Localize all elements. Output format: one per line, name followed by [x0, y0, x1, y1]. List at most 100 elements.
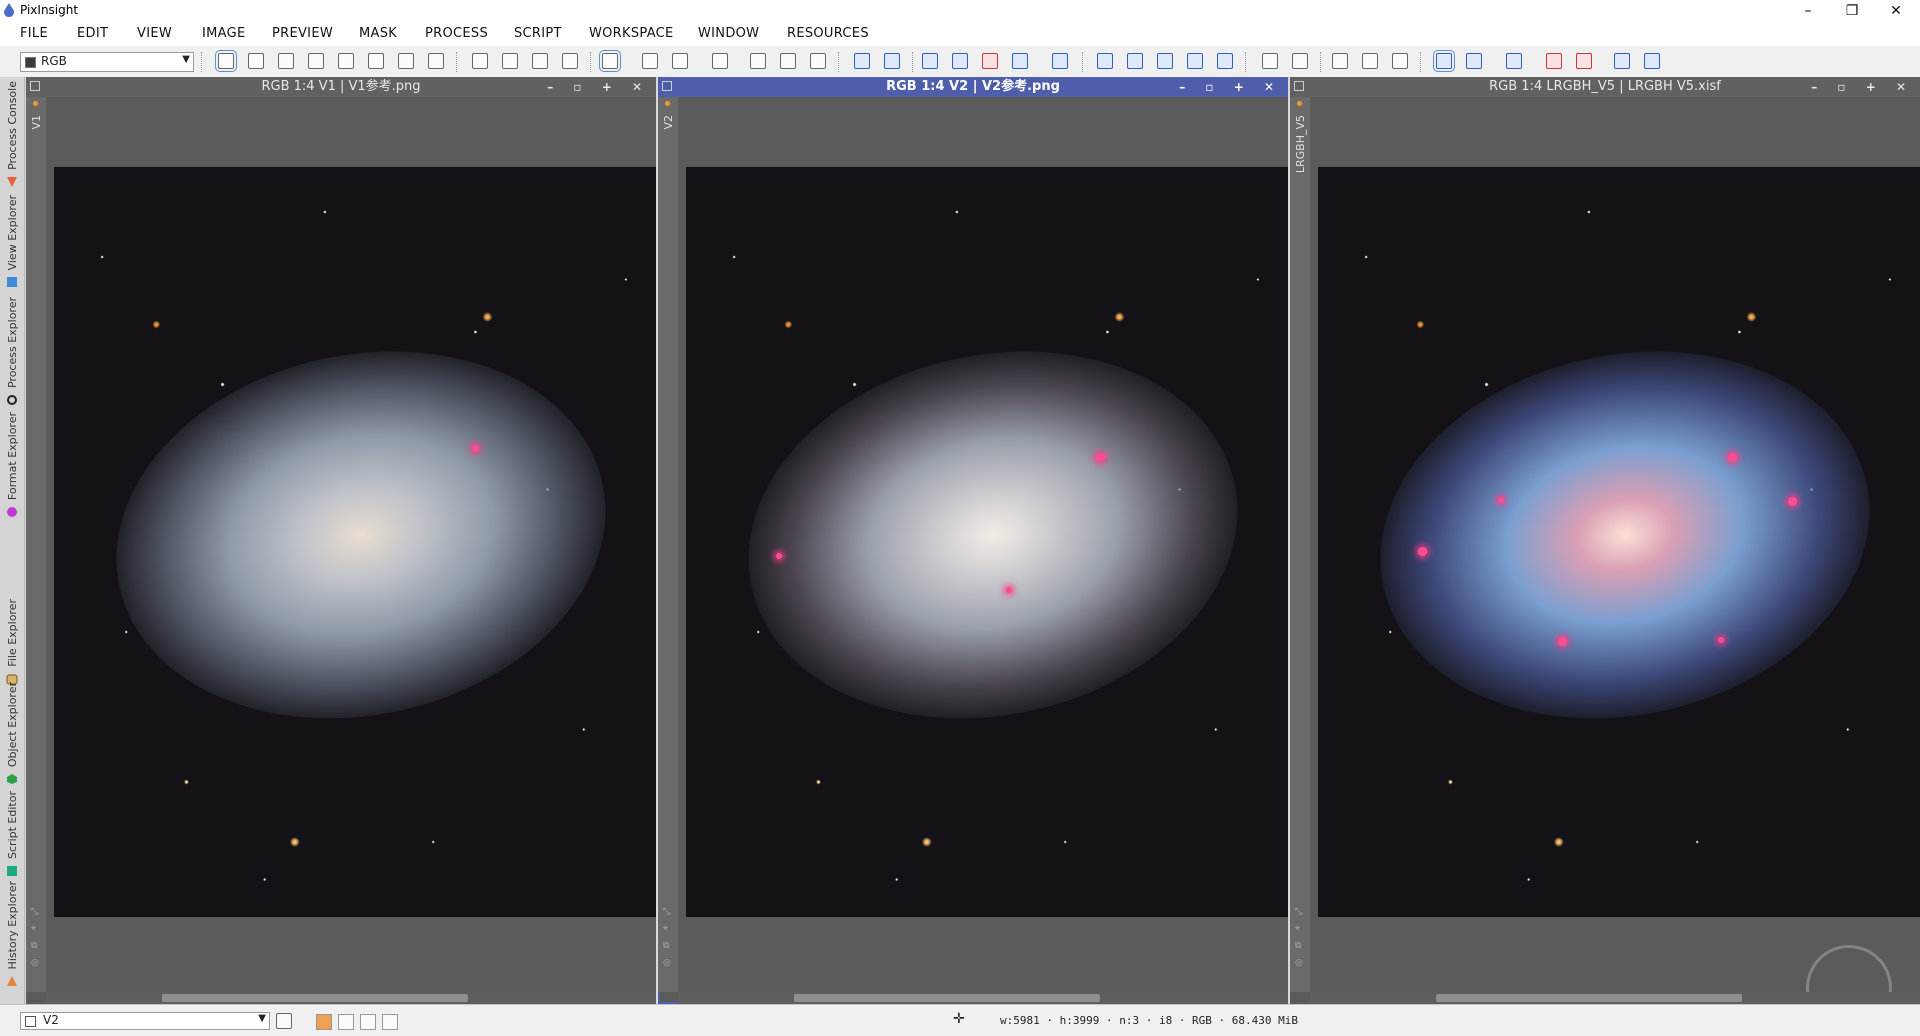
workspace-5-icon[interactable] [1576, 53, 1592, 69]
geometry-crop-icon[interactable] [1187, 53, 1203, 69]
dock-tab-process-explorer[interactable]: Process Explorer [0, 292, 24, 410]
menu-preview[interactable]: PREVIEW [272, 26, 333, 41]
dock-tab-view-explorer[interactable]: View Explorer [0, 192, 24, 292]
mask-invert-icon[interactable] [532, 53, 548, 69]
explorer-list-icon[interactable] [1292, 53, 1308, 69]
preview-mode-icon[interactable] [599, 50, 621, 72]
geometry-flip-icon[interactable] [1127, 53, 1143, 69]
display-channel-icon[interactable] [750, 53, 766, 69]
menu-script[interactable]: SCRIPT [514, 26, 562, 41]
mask-show-icon[interactable] [472, 53, 488, 69]
window-control-buttons[interactable]: – ▫ + ✕ [547, 77, 650, 97]
workspace-1-icon[interactable] [1433, 50, 1455, 72]
dock-tab-file-explorer[interactable]: File Explorer [0, 597, 24, 689]
workspace-2-icon[interactable] [1466, 53, 1482, 69]
workspace-3-icon[interactable] [1506, 53, 1522, 69]
menu-process[interactable]: PROCESS [425, 26, 488, 41]
image-canvas[interactable] [1310, 97, 1920, 1031]
menu-resources[interactable]: RESOURCES [787, 26, 869, 41]
galaxy-core [714, 307, 1272, 762]
image-selector-value: RGB [41, 54, 67, 68]
dock-tab-process-console[interactable]: Process Console [0, 77, 24, 192]
geometry-mirror-icon[interactable] [1157, 53, 1173, 69]
menu-view[interactable]: VIEW [137, 26, 172, 41]
geometry-resample-icon[interactable] [1217, 53, 1233, 69]
horizontal-scrollbar[interactable] [678, 992, 1288, 1004]
image-window-v1[interactable]: RGB 1:4 V1 | V1参考.png – ▫ + ✕ V1 ⤡ ⌖ ⧉ ◎ [26, 77, 656, 1004]
tile-vertical-icon[interactable] [1362, 53, 1378, 69]
workspace-6-icon[interactable] [1614, 53, 1630, 69]
stf-24bit-icon[interactable] [1012, 53, 1028, 69]
color-swatch-white[interactable] [338, 1014, 354, 1030]
zoom-in-icon[interactable] [278, 53, 294, 69]
readout-mode-icon[interactable] [215, 50, 237, 72]
view-selector[interactable]: V2 ▼ [20, 1012, 270, 1030]
window-menu-icon[interactable] [662, 81, 672, 91]
view-options-icon[interactable] [276, 1013, 292, 1029]
image-window-v2[interactable]: RGB 1:4 V2 | V2参考.png – ▫ + ✕ V2 ⤡ ⌖ ⧉ ◎ [658, 77, 1288, 1004]
view-id-tab[interactable]: LRGBH_V5 ⤡ ⌖ ⧉ ◎ [1290, 97, 1310, 992]
image-window-lrgbh-v5[interactable]: RGB 1:4 LRGBH_V5 | LRGBH V5.xisf – ▫ + ✕… [1290, 77, 1920, 1031]
scroll-thumb[interactable] [794, 994, 1100, 1002]
color-swatch-orange[interactable] [316, 1014, 332, 1030]
dock-tab-script-editor[interactable]: Script Editor [0, 789, 24, 881]
undo-icon[interactable] [854, 53, 870, 69]
preview-delete-icon[interactable] [712, 53, 728, 69]
color-management-icon[interactable] [1052, 53, 1068, 69]
window-control-buttons[interactable]: – ▫ + ✕ [1811, 77, 1914, 97]
dock-tab-format-explorer[interactable]: Format Explorer [0, 410, 24, 522]
display-green-icon[interactable] [810, 53, 826, 69]
image-canvas[interactable] [46, 97, 656, 992]
scroll-thumb[interactable] [1436, 994, 1742, 1002]
window-menu-icon[interactable] [1294, 81, 1304, 91]
new-preview-icon[interactable] [398, 53, 414, 69]
menu-image[interactable]: IMAGE [202, 26, 246, 41]
mask-remove-icon[interactable] [562, 53, 578, 69]
image-canvas[interactable] [678, 97, 1288, 992]
redo-icon[interactable] [884, 53, 900, 69]
menu-workspace[interactable]: WORKSPACE [589, 26, 674, 41]
preview-new-icon[interactable] [642, 53, 658, 69]
color-swatch-white[interactable] [382, 1014, 398, 1030]
fit-view-icon[interactable] [368, 53, 384, 69]
select-pointer-icon[interactable] [428, 53, 444, 69]
image-window-title: RGB 1:4 LRGBH_V5 | LRGBH V5.xisf [1489, 79, 1721, 94]
preview-edit-icon[interactable] [672, 53, 688, 69]
view-id-tab[interactable]: V1 ⤡ ⌖ ⧉ ◎ [26, 97, 46, 992]
stf-link-icon[interactable] [982, 53, 998, 69]
menu-mask[interactable]: MASK [359, 26, 397, 41]
horizontal-scrollbar[interactable] [1310, 992, 1920, 1004]
window-menu-icon[interactable] [30, 81, 40, 91]
close-button[interactable]: ✕ [1874, 1, 1918, 21]
pan-mode-icon[interactable] [338, 53, 354, 69]
tile-horizontal-icon[interactable] [1332, 53, 1348, 69]
explorer-view-icon[interactable] [1262, 53, 1278, 69]
dock-tab-history-explorer[interactable]: History Explorer [0, 881, 24, 991]
dock-tab-object-explorer[interactable]: Object Explorer [0, 682, 24, 789]
image-window-titlebar[interactable]: RGB 1:4 V1 | V1参考.png – ▫ + ✕ [26, 77, 656, 97]
color-swatch-white[interactable] [360, 1014, 376, 1030]
zoom-fit-icon[interactable] [248, 53, 264, 69]
menu-window[interactable]: WINDOW [698, 26, 759, 41]
zoom-out-icon[interactable] [308, 53, 324, 69]
image-selector[interactable]: RGB ▼ [20, 52, 194, 72]
menu-file[interactable]: FILE [20, 26, 48, 41]
stf-auto-icon[interactable] [922, 53, 938, 69]
geometry-rotate-icon[interactable] [1097, 53, 1113, 69]
maximize-button[interactable]: ❐ [1830, 1, 1874, 21]
minimize-button[interactable]: – [1786, 1, 1830, 21]
stf-reset-icon[interactable] [952, 53, 968, 69]
display-red-icon[interactable] [780, 53, 796, 69]
image-window-titlebar[interactable]: RGB 1:4 LRGBH_V5 | LRGBH V5.xisf – ▫ + ✕ [1290, 77, 1920, 97]
window-control-buttons[interactable]: – ▫ + ✕ [1179, 77, 1282, 97]
mask-enable-icon[interactable] [502, 53, 518, 69]
image-window-titlebar[interactable]: RGB 1:4 V2 | V2参考.png – ▫ + ✕ [658, 77, 1288, 97]
workspace-7-icon[interactable] [1644, 53, 1660, 69]
workspace-4-icon[interactable] [1546, 53, 1562, 69]
dock-tab-label: View Explorer [6, 194, 19, 270]
horizontal-scrollbar[interactable] [46, 992, 656, 1004]
menu-edit[interactable]: EDIT [77, 26, 108, 41]
scroll-thumb[interactable] [162, 994, 468, 1002]
cascade-windows-icon[interactable] [1392, 53, 1408, 69]
view-id-tab[interactable]: V2 ⤡ ⌖ ⧉ ◎ [658, 97, 678, 992]
